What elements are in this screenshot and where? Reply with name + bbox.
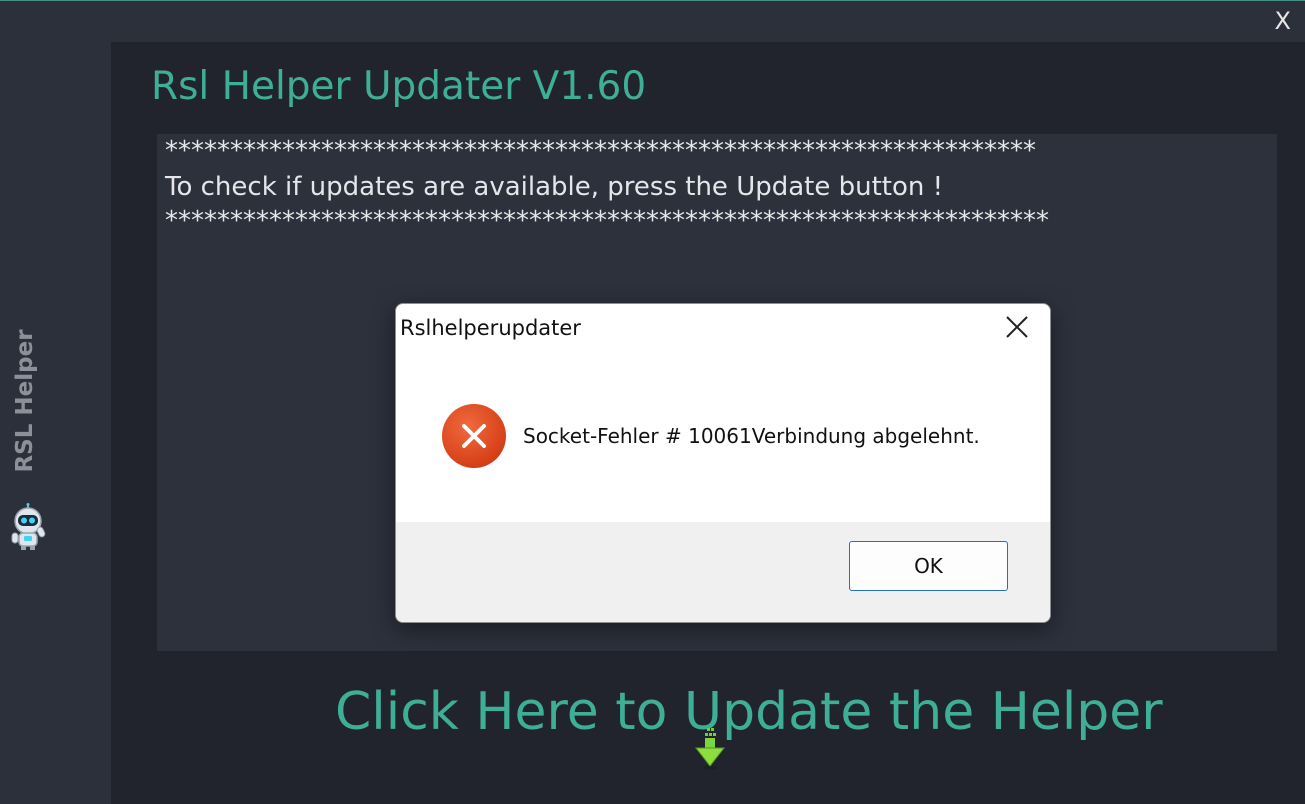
update-helper-link[interactable]: Click Here to Update the Helper — [335, 682, 1163, 742]
error-dialog: Rslhelperupdater Socket-Fehler # 10061Ve… — [395, 303, 1051, 623]
error-icon — [442, 404, 506, 468]
robot-mascot-icon — [11, 503, 46, 550]
close-icon[interactable] — [1004, 314, 1030, 340]
log-line: To check if updates are available, press… — [165, 172, 944, 202]
updater-window: X RSL Helper Rsl Helper Updater V1.60 **… — [0, 0, 1305, 804]
sidebar-title: RSL Helper — [12, 329, 38, 473]
dialog-message: Socket-Fehler # 10061Verbindung abgelehn… — [523, 424, 980, 448]
sidebar: RSL Helper — [0, 1, 110, 804]
log-line: ****************************************… — [165, 136, 1036, 166]
ok-button[interactable]: OK — [849, 541, 1008, 591]
log-line: ****************************************… — [165, 206, 1049, 236]
dialog-title: Rslhelperupdater — [400, 316, 581, 340]
download-arrow-icon[interactable] — [694, 728, 726, 772]
dialog-footer: OK — [396, 522, 1050, 622]
window-close-button[interactable]: X — [1275, 7, 1291, 35]
app-title: Rsl Helper Updater V1.60 — [151, 64, 647, 109]
